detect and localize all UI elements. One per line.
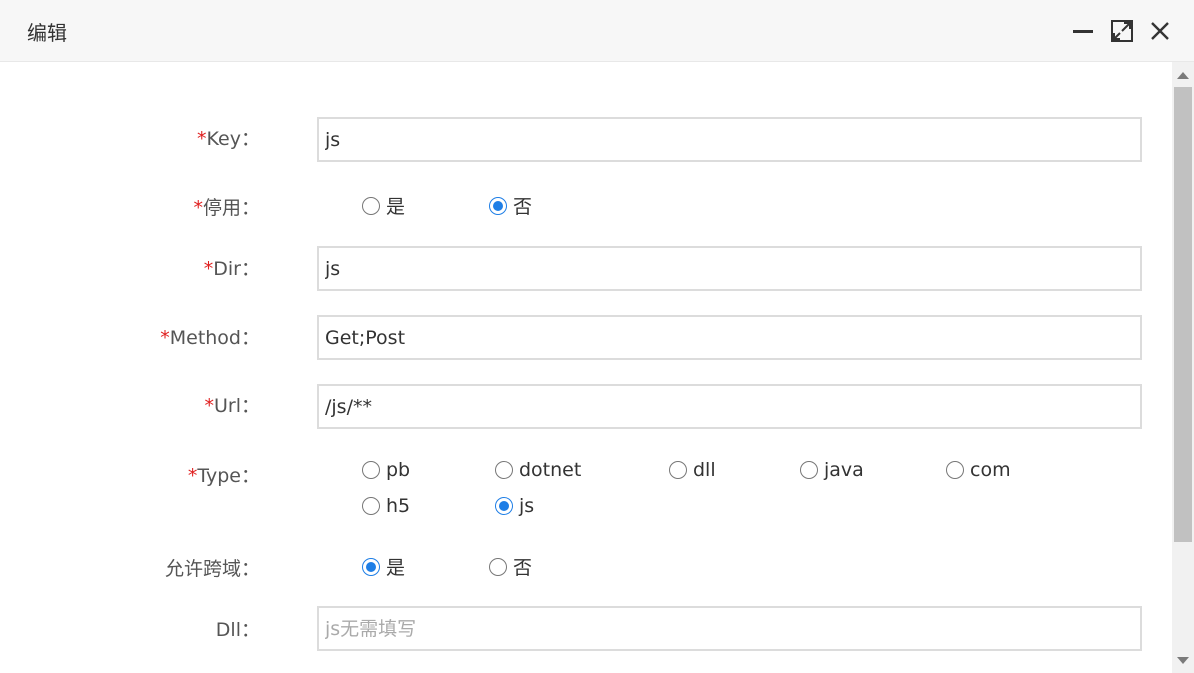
dialog-title: 编辑	[27, 21, 67, 45]
type-label-row: *Type：	[0, 461, 260, 491]
radio-circle-icon	[800, 461, 818, 479]
cors-label-row: 允许跨域：	[0, 554, 260, 584]
disabled-label: *停用：	[193, 197, 260, 219]
radio-circle-icon	[362, 196, 380, 215]
key-label-row: *Key：	[0, 124, 260, 154]
minimize-button[interactable]	[1070, 18, 1096, 44]
url-input[interactable]	[317, 384, 1142, 429]
radio-circle-icon	[669, 461, 687, 479]
close-icon	[1147, 18, 1173, 44]
dialog-titlebar: 编辑	[0, 0, 1194, 62]
url-label: *Url：	[204, 395, 261, 417]
dll-input[interactable]	[317, 606, 1142, 651]
disabled-radio-no[interactable]: 否	[489, 192, 532, 219]
cors-radio-no[interactable]: 否	[489, 553, 532, 580]
type-radio-java[interactable]: java	[800, 459, 864, 481]
type-radio-h5[interactable]: h5	[362, 495, 410, 517]
key-label: *Key：	[197, 128, 260, 150]
scroll-up-arrow-icon[interactable]	[1177, 72, 1189, 79]
maximize-button[interactable]	[1109, 18, 1135, 44]
radio-checked-icon	[489, 196, 507, 215]
vertical-scrollbar[interactable]	[1172, 62, 1194, 673]
method-label: *Method：	[160, 327, 260, 349]
radio-checked-icon	[495, 497, 513, 515]
dll-label: Dll：	[215, 619, 260, 641]
type-radio-com[interactable]: com	[946, 459, 1011, 481]
scroll-down-arrow-icon[interactable]	[1177, 657, 1189, 664]
minimize-icon	[1070, 18, 1096, 44]
dir-input[interactable]	[317, 246, 1142, 291]
cors-radio-yes[interactable]: 是	[362, 553, 405, 580]
close-button[interactable]	[1147, 18, 1173, 44]
cors-label: 允许跨域：	[164, 558, 260, 580]
type-radio-dll[interactable]: dll	[669, 459, 716, 481]
dir-label-row: *Dir：	[0, 254, 260, 284]
disabled-radio-yes[interactable]: 是	[362, 192, 405, 219]
scrollbar-thumb[interactable]	[1174, 87, 1192, 542]
form-body: *Key： *停用： 是 否 *Dir： *Method： *Url： *Typ…	[0, 62, 1172, 673]
type-radio-pb[interactable]: pb	[362, 459, 410, 481]
radio-circle-icon	[489, 557, 507, 576]
method-input[interactable]	[317, 315, 1142, 360]
maximize-icon	[1109, 18, 1135, 44]
dll-label-row: Dll：	[0, 615, 260, 645]
type-radio-dotnet[interactable]: dotnet	[495, 459, 581, 481]
radio-circle-icon	[362, 461, 380, 479]
method-label-row: *Method：	[0, 323, 260, 353]
radio-checked-icon	[362, 557, 380, 576]
url-label-row: *Url：	[0, 391, 261, 421]
radio-circle-icon	[946, 461, 964, 479]
type-radio-js[interactable]: js	[495, 495, 534, 517]
radio-circle-icon	[362, 497, 380, 515]
key-input[interactable]	[317, 117, 1142, 162]
disabled-label-row: *停用：	[0, 193, 260, 223]
radio-circle-icon	[495, 461, 513, 479]
dir-label: *Dir：	[203, 258, 260, 280]
type-label: *Type：	[187, 465, 260, 487]
